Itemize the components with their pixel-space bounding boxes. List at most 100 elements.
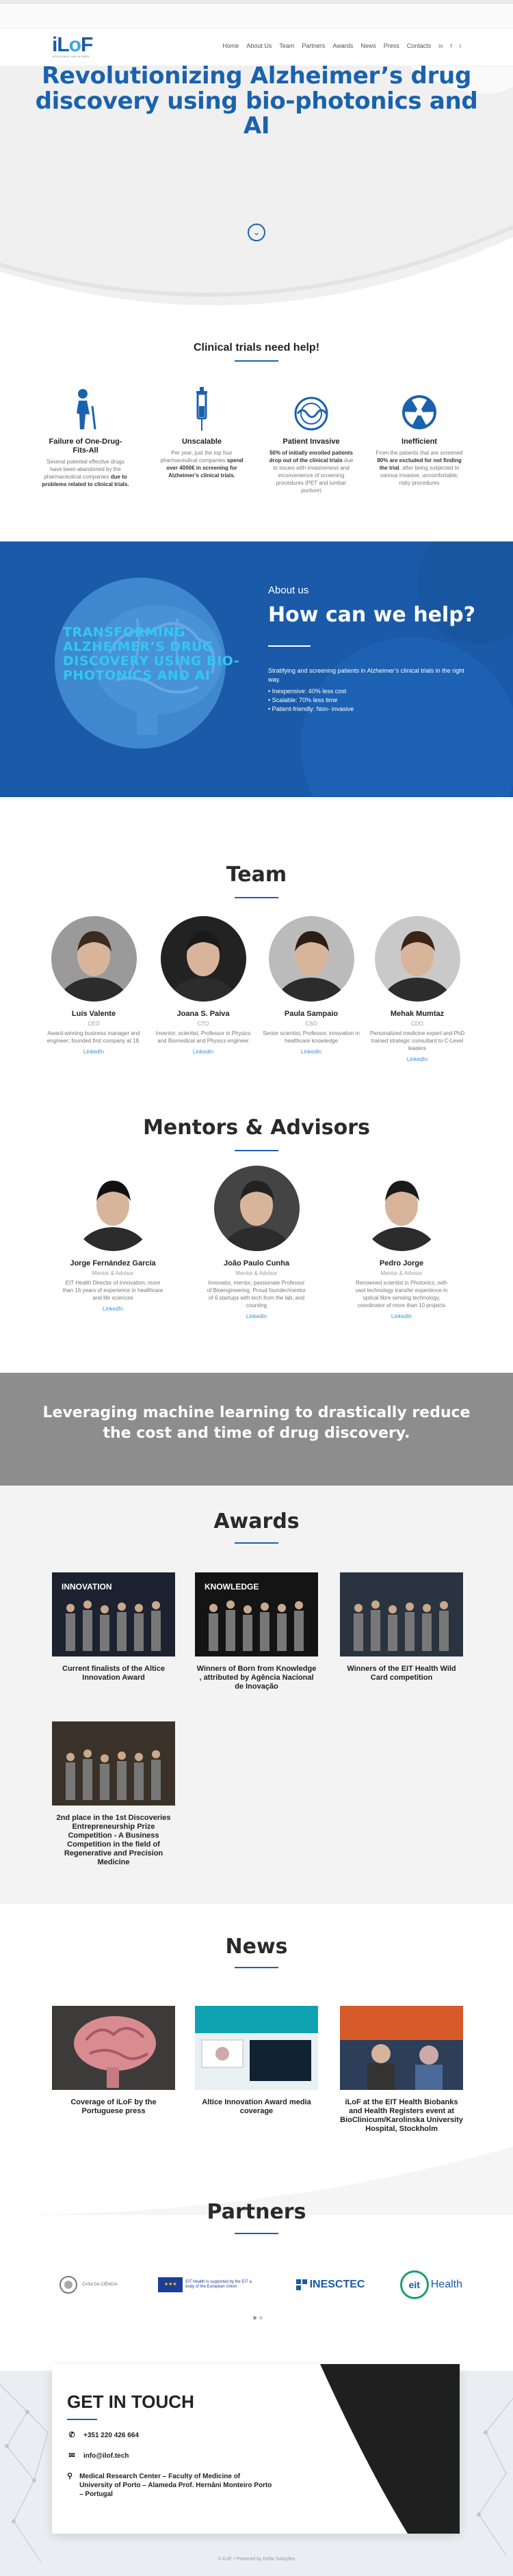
linkedin-link[interactable]: LinkedIn [260,1049,363,1055]
mentors-role: Mentor & Advisor [380,1270,423,1276]
nav-item-news[interactable]: News [360,42,376,49]
news-card[interactable]: Altice Innovation Award media coverage [195,2006,318,2116]
eit-health-logo[interactable]: eit Health [399,2270,462,2299]
team-bio: Personalized medicine expert and PhD tra… [369,1030,465,1051]
team-role: CSO [305,1021,317,1027]
team-name: Mehak Mumtaz [390,1010,445,1018]
partners-pagination[interactable] [253,2316,263,2320]
news-card[interactable]: Coverage of iLoF by the Portuguese press [52,2006,175,2116]
syringe-icon [157,383,246,431]
award-caption: Winners of Born from Knowledge , attribu… [196,1665,317,1691]
nav-item-team[interactable]: Team [279,42,294,49]
logo-part: iL [52,33,70,56]
nav-item-about-us[interactable]: About Us [246,42,272,49]
team-bio: Senior scientist, Professor, innovation … [263,1030,360,1044]
ilof-logo[interactable]: iLoF INTELLIGENT LAB ON FIBER [52,33,100,59]
contact-phone[interactable]: ✆ +351 220 426 664 [67,2431,139,2440]
trial-title: Patient Invasive [282,438,340,446]
news-photo [340,2006,463,2090]
award-caption: Current finalists of the Altice Innovati… [62,1665,165,1682]
linkedin-link[interactable]: LinkedIn [42,1049,145,1055]
main-nav: Home About Us Team Partners Awards News Press C… [222,42,461,49]
mentors-member: Jorge Fernández García Mentor & Advisor EI… [62,1166,164,1312]
mentors-name: Jorge Fernández García [70,1259,156,1267]
contact-email[interactable]: ✉ info@ilof.tech [67,2452,129,2460]
team-name: Paula Sampaio [284,1010,339,1018]
mentors-photo [358,1166,445,1251]
news-card[interactable]: iLoF at the EIT Health Biobanks and Heal… [340,2006,463,2134]
footer-text: © iLoF • Powered by Delta Soluções [218,2557,295,2562]
mentors-role: Mentor & Advisor [235,1270,278,1276]
team-member: Mehak Mumtaz CDO Personalized medicine exp… [366,916,469,1062]
nav-item-partners[interactable]: Partners [302,42,325,49]
news-caption: Coverage of iLoF by the Portuguese press [70,2098,157,2115]
casa-da-ciencia-logo[interactable]: CASA DA CIÊNCIA [59,2275,123,2294]
news-caption: iLoF at the EIT Health Biobanks and Heal… [340,2098,463,2133]
award-photo-text: KNOWLEDGE [205,1582,259,1592]
contact-address: ⚲ Medical Research Center – Faculty of Me… [67,2472,272,2499]
nav-item-contacts[interactable]: Contacts [407,42,432,49]
trial-text-bold: 50% of initially enrolled patients drop … [269,450,353,464]
inesctec-logo[interactable]: INESCTEC [295,2279,365,2291]
about-bullet: • Patient-friendly: Non- invasive [268,706,354,712]
logo-part: o [68,33,81,56]
award-caption: 2nd place in the 1st Discoveries Entrepr… [56,1814,171,1866]
awards-title: Awards [213,1510,300,1533]
award-photo [52,1721,175,1806]
casa-da-ciencia-emblem-icon [60,2276,77,2294]
trial-text: Several potential effective drugs have b… [41,458,130,488]
trial-text: Per year, just the top four pharmaceutic… [157,449,246,479]
eu-text: EIT Health is supported by the EIT a bod… [185,2280,252,2289]
mentors-member: João Paulo Cunha Mentor & Advisor Innovato… [205,1166,308,1319]
inesctec-text: INESCTEC [309,2279,365,2290]
trial-text: 50% of initially enrolled patients drop … [267,449,356,494]
about-title: How can we help? [268,603,476,627]
trial-text-normal: Per year, just the top four pharmaceutic… [160,450,233,464]
eu-logo[interactable]: ★★★ EIT Health is supported by the EIT a… [158,2277,261,2292]
news-photo [195,2006,318,2090]
award-card[interactable]: Winners of the EIT Health Wild Card comp… [340,1572,463,1682]
mentors-title: Mentors & Advisors [143,1116,370,1140]
phone-text: +351 220 426 664 [83,2432,139,2439]
team-bio: Award-winning business manager and engin… [47,1030,141,1044]
news-title: News [225,1935,288,1959]
award-photo-text: INNOVATION [62,1582,112,1592]
trial-text: From the patients that are screened 80% … [375,449,464,487]
mentors-photo [70,1166,156,1251]
linkedin-link[interactable]: LinkedIn [205,1313,308,1319]
linkedin-link[interactable]: LinkedIn [350,1313,453,1319]
team-bio: Inventor, scientist, Professor in Physic… [155,1030,251,1044]
facebook-icon[interactable]: f [451,43,452,49]
nav-item-home[interactable]: Home [222,42,239,49]
mentors-divider [235,1150,278,1151]
award-card[interactable]: KNOWLEDGE Winners of Born from Knowledge … [195,1572,318,1691]
linkedin-icon[interactable]: in [438,43,443,49]
team-photo [374,916,460,1002]
chevron-down-icon[interactable]: ⌄ [248,224,265,241]
team-role: CTO [197,1021,209,1027]
eu-flag-icon: ★★★ [158,2277,183,2292]
twitter-icon[interactable]: t [460,43,461,49]
award-card[interactable]: 2nd place in the 1st Discoveries Entrepr… [52,1721,175,1867]
nav-item-press[interactable]: Press [384,42,399,49]
partners-title: Partners [207,2200,306,2224]
team-role: CDO [411,1021,423,1027]
partners-divider [235,2233,278,2234]
pagination-dot[interactable] [259,2316,263,2320]
award-photo: KNOWLEDGE [195,1572,318,1656]
email-text: info@ilof.tech [83,2452,129,2460]
about-description: Stratifying and screening patients in Al… [268,667,464,683]
nav-item-awards[interactable]: Awards [332,42,353,49]
linkedin-link[interactable]: LinkedIn [152,1049,254,1055]
news-divider [235,1967,278,1968]
injection-wave-icon [267,383,356,431]
elderly-person-icon [41,383,130,431]
contact-divider [67,2419,97,2420]
awards-divider [235,1542,278,1544]
pagination-dot[interactable] [253,2316,256,2320]
inesctec-icon [295,2279,307,2290]
team-photo [51,916,137,1002]
linkedin-link[interactable]: LinkedIn [366,1056,469,1062]
award-card[interactable]: INNOVATION Current finalists of the Altic… [52,1572,175,1682]
linkedin-link[interactable]: LinkedIn [62,1306,164,1312]
